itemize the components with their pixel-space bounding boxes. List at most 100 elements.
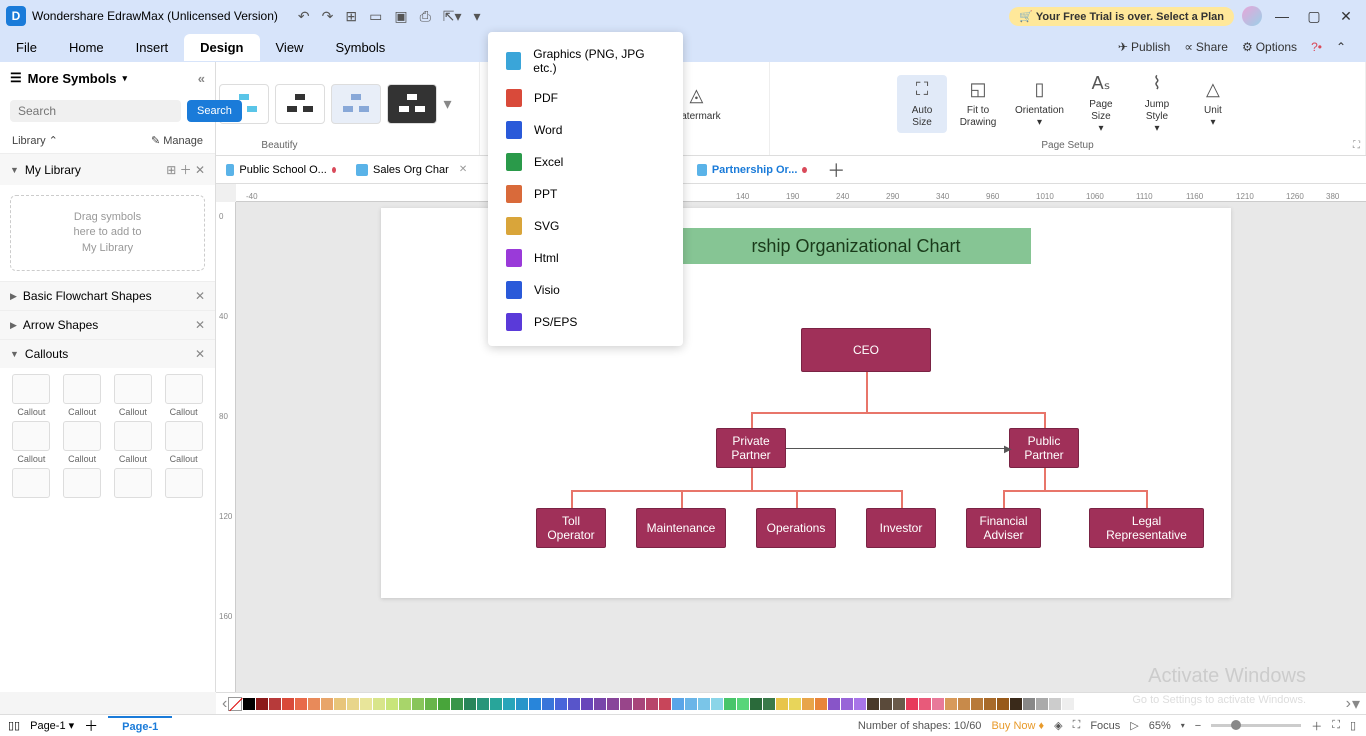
- color-swatch[interactable]: [737, 698, 749, 710]
- fit-page-icon[interactable]: ⛶: [1332, 719, 1340, 732]
- trial-badge[interactable]: 🛒 Your Free Trial is over. Select a Plan: [1009, 7, 1234, 26]
- callout-10[interactable]: [59, 468, 106, 501]
- callouts-header[interactable]: ▼Callouts✕: [0, 340, 215, 368]
- color-swatch[interactable]: [347, 698, 359, 710]
- color-swatch[interactable]: [399, 698, 411, 710]
- basic-flowchart-header[interactable]: ▶Basic Flowchart Shapes✕: [0, 282, 215, 310]
- color-swatch[interactable]: [581, 698, 593, 710]
- color-swatch[interactable]: [880, 698, 892, 710]
- manage-link[interactable]: ✎ Manage: [151, 134, 203, 147]
- options-button[interactable]: ⚙ Options: [1242, 40, 1297, 54]
- fullscreen-icon[interactable]: ▯: [1350, 719, 1356, 732]
- color-swatch[interactable]: [802, 698, 814, 710]
- doc-tab-3[interactable]: Partnership Or...: [687, 159, 817, 181]
- color-swatch[interactable]: [256, 698, 268, 710]
- menu-insert[interactable]: Insert: [120, 34, 185, 61]
- undo-icon[interactable]: ↶: [298, 8, 310, 25]
- color-swatch[interactable]: [997, 698, 1009, 710]
- export-graphics[interactable]: Graphics (PNG, JPG etc.): [488, 40, 683, 82]
- color-swatch[interactable]: [412, 698, 424, 710]
- color-swatch[interactable]: [295, 698, 307, 710]
- auto-size-button[interactable]: ⛶Auto Size: [897, 75, 947, 133]
- color-swatch[interactable]: [750, 698, 762, 710]
- menu-symbols[interactable]: Symbols: [319, 34, 401, 61]
- orientation-button[interactable]: ▯Orientation ▾: [1009, 75, 1070, 133]
- color-swatch[interactable]: [373, 698, 385, 710]
- tab2-close-icon[interactable]: ✕: [459, 164, 467, 175]
- callout-5[interactable]: Callout: [8, 421, 55, 464]
- export-excel[interactable]: Excel: [488, 146, 683, 178]
- color-swatch[interactable]: [477, 698, 489, 710]
- color-swatch[interactable]: [607, 698, 619, 710]
- help-button[interactable]: ?•: [1311, 40, 1322, 54]
- theme-more-icon[interactable]: ▾: [443, 94, 451, 114]
- open-icon[interactable]: ▭: [369, 8, 382, 25]
- color-swatch[interactable]: [1062, 698, 1074, 710]
- page-tab-1[interactable]: Page-1: [108, 716, 172, 736]
- color-swatch[interactable]: [841, 698, 853, 710]
- color-swatch[interactable]: [984, 698, 996, 710]
- zoom-value[interactable]: 65%: [1149, 720, 1171, 732]
- color-swatch[interactable]: [906, 698, 918, 710]
- doc-tab-1[interactable]: Public School O...: [216, 159, 346, 181]
- callout-9[interactable]: [8, 468, 55, 501]
- color-swatch[interactable]: [789, 698, 801, 710]
- color-swatch[interactable]: [672, 698, 684, 710]
- color-swatch[interactable]: [659, 698, 671, 710]
- callout-6[interactable]: Callout: [59, 421, 106, 464]
- color-swatch[interactable]: [620, 698, 632, 710]
- theme-4[interactable]: [275, 84, 325, 124]
- callout-12[interactable]: [160, 468, 207, 501]
- color-swatch[interactable]: [932, 698, 944, 710]
- menu-home[interactable]: Home: [53, 34, 120, 61]
- layers-icon[interactable]: ◈: [1054, 719, 1062, 732]
- mylib-drop-zone[interactable]: Drag symbols here to add to My Library: [10, 195, 205, 271]
- export-word[interactable]: Word: [488, 114, 683, 146]
- pages-icon[interactable]: ▯▯: [8, 719, 20, 732]
- add-page-button[interactable]: ＋: [84, 716, 98, 736]
- palette-next-icon[interactable]: ›: [1346, 695, 1351, 713]
- export-ps[interactable]: PS/EPS: [488, 306, 683, 338]
- color-swatch[interactable]: [919, 698, 931, 710]
- redo-icon[interactable]: ↷: [322, 8, 334, 25]
- zoom-in-button[interactable]: ＋: [1311, 718, 1322, 734]
- callout-11[interactable]: [110, 468, 157, 501]
- color-swatch[interactable]: [633, 698, 645, 710]
- color-swatch[interactable]: [308, 698, 320, 710]
- chart-title[interactable]: rship Organizational Chart: [681, 228, 1031, 264]
- focus-icon[interactable]: ⛶: [1073, 719, 1081, 732]
- palette-prev-icon[interactable]: ‹: [222, 695, 227, 713]
- sidebar-collapse-icon[interactable]: «: [198, 71, 205, 86]
- callout-4[interactable]: Callout: [160, 374, 207, 417]
- focus-label[interactable]: Focus: [1090, 720, 1120, 732]
- add-tab-button[interactable]: ＋: [817, 157, 855, 183]
- export-pdf[interactable]: PDF: [488, 82, 683, 114]
- export-html[interactable]: Html: [488, 242, 683, 274]
- theme-6[interactable]: [387, 84, 437, 124]
- color-swatch[interactable]: [685, 698, 697, 710]
- color-swatch[interactable]: [971, 698, 983, 710]
- palette-picker-icon[interactable]: ▾: [1352, 694, 1360, 714]
- menu-file[interactable]: File: [0, 34, 53, 61]
- jump-style-button[interactable]: ⌇Jump Style ▾: [1132, 69, 1182, 139]
- color-swatch[interactable]: [438, 698, 450, 710]
- save-icon[interactable]: ▣: [394, 8, 407, 25]
- callout-1[interactable]: Callout: [8, 374, 55, 417]
- color-swatch[interactable]: [516, 698, 528, 710]
- page-selector[interactable]: Page-1 ▾: [30, 719, 74, 732]
- node-public[interactable]: Public Partner: [1009, 428, 1079, 468]
- close-button[interactable]: ✕: [1334, 8, 1358, 25]
- color-swatch[interactable]: [776, 698, 788, 710]
- callout-8[interactable]: Callout: [160, 421, 207, 464]
- color-swatch[interactable]: [334, 698, 346, 710]
- zoom-out-button[interactable]: −: [1195, 720, 1201, 732]
- no-fill-swatch[interactable]: [228, 697, 242, 711]
- color-swatch[interactable]: [464, 698, 476, 710]
- color-swatch[interactable]: [958, 698, 970, 710]
- color-swatch[interactable]: [1023, 698, 1035, 710]
- doc-tab-2[interactable]: Sales Org Char: [346, 159, 459, 181]
- ribbon-expand-icon[interactable]: ⛶: [1353, 140, 1360, 151]
- zoom-slider[interactable]: [1211, 724, 1301, 727]
- library-link[interactable]: Library ⌃: [12, 134, 58, 147]
- maximize-button[interactable]: ▢: [1302, 8, 1326, 25]
